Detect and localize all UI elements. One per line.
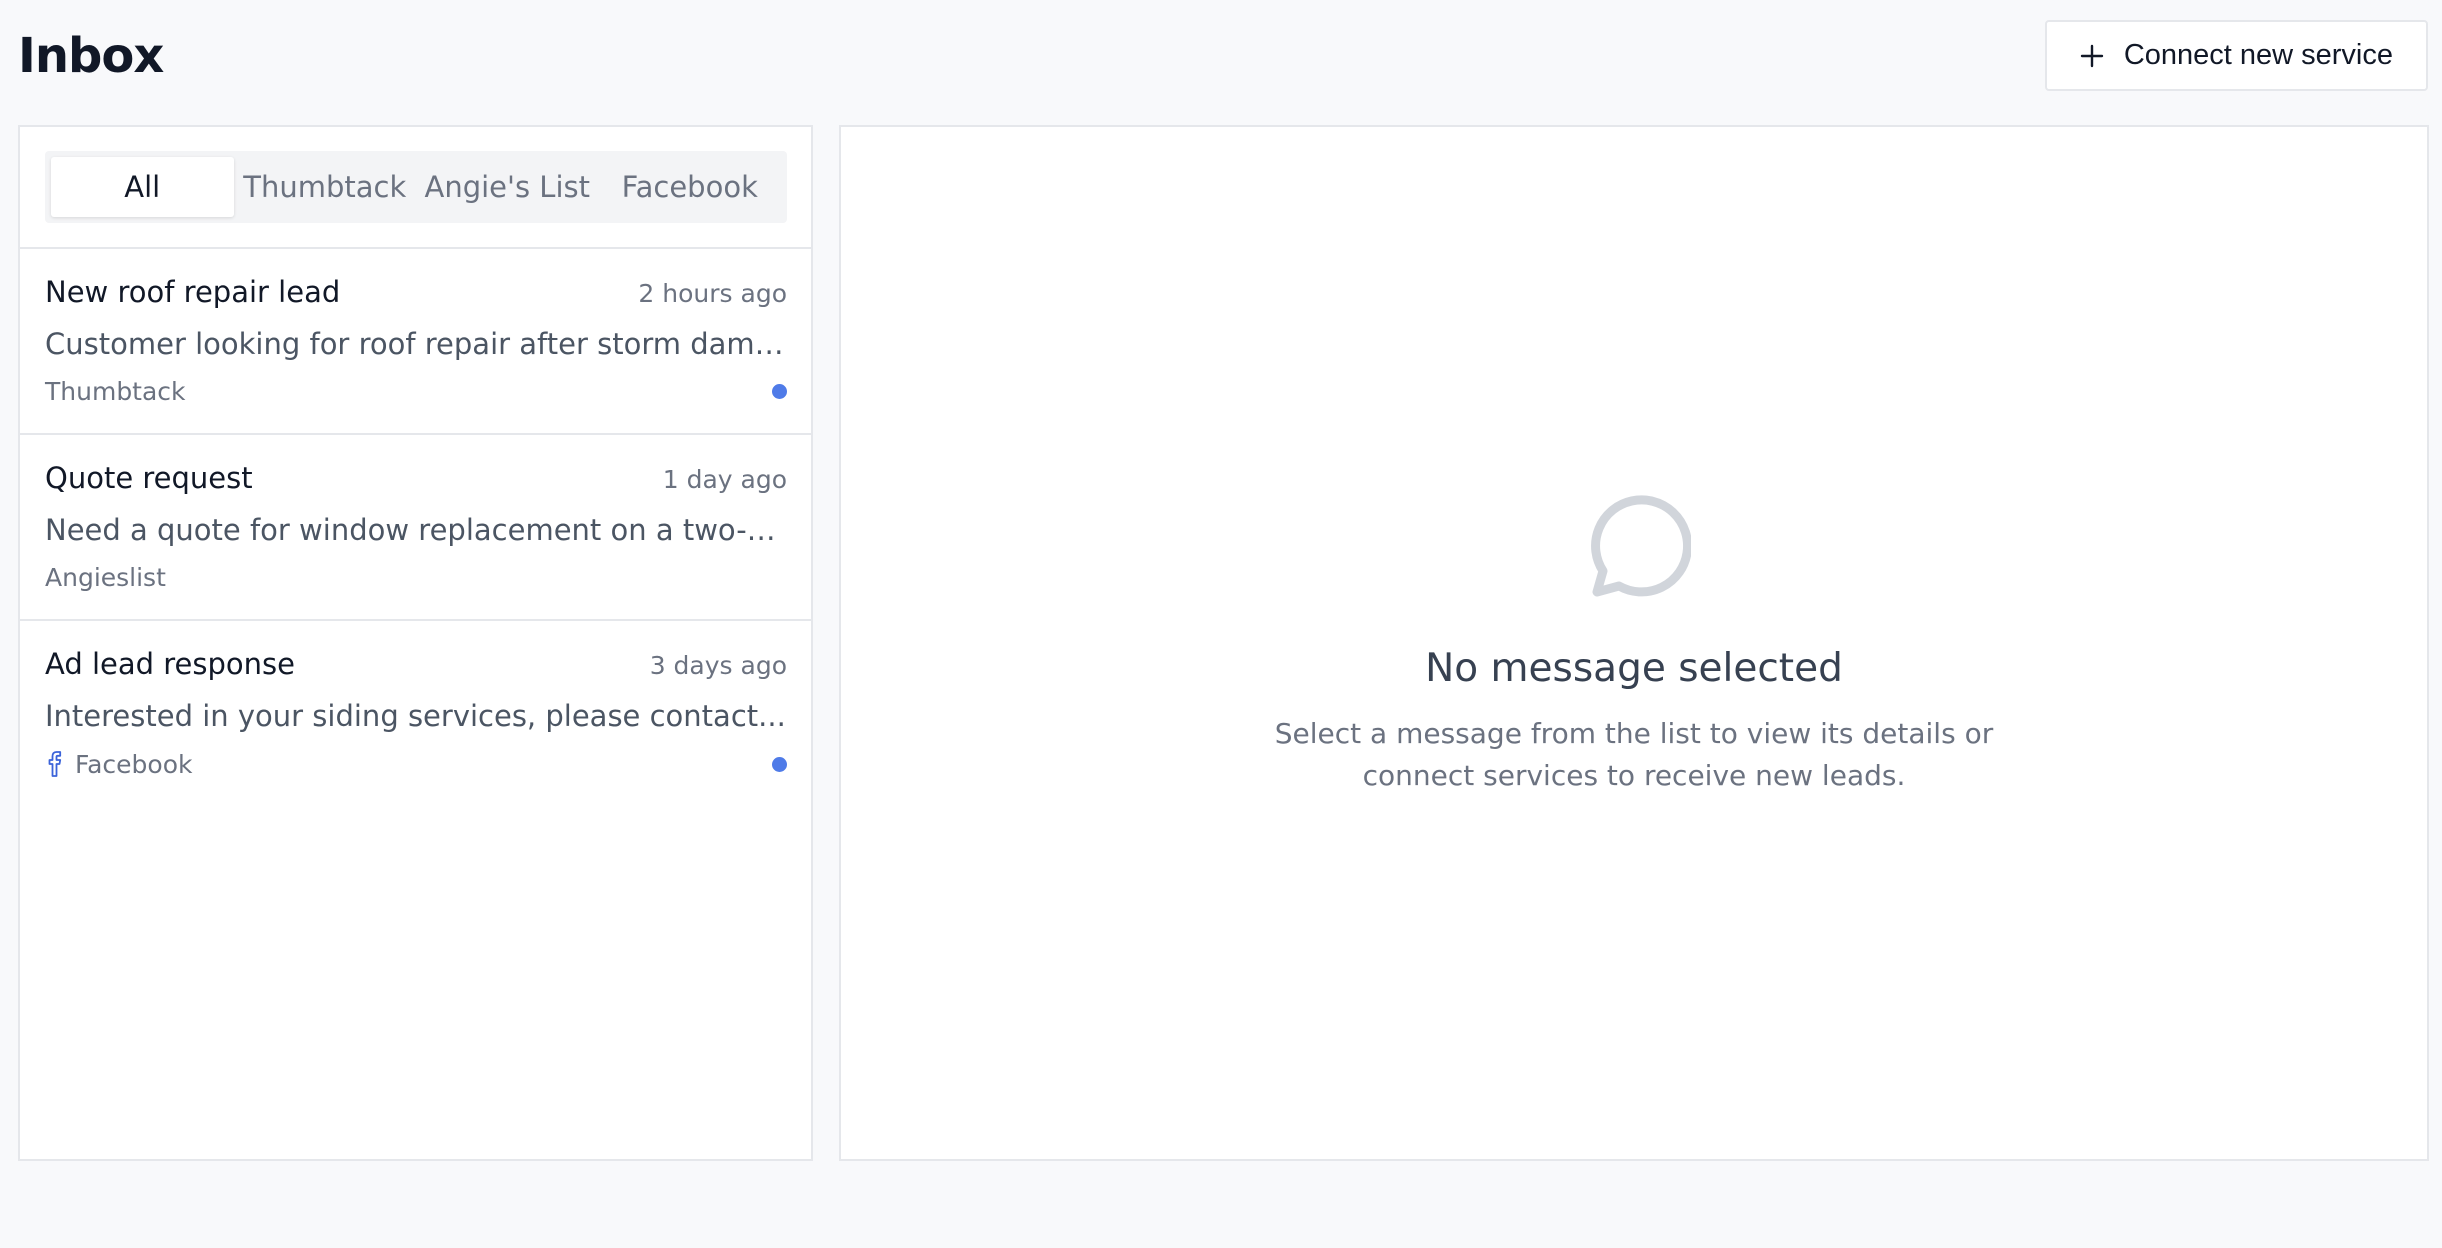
- message-source-label: Thumbtack: [45, 377, 186, 406]
- message-preview: Need a quote for window replacement on a…: [45, 513, 787, 547]
- unread-indicator: [772, 756, 787, 772]
- message-source: Angieslist: [45, 563, 166, 592]
- connect-new-service-button[interactable]: Connect new service: [2044, 20, 2428, 91]
- message-source: Facebook: [45, 749, 192, 779]
- message-detail-panel: No message selected Select a message fro…: [839, 125, 2429, 1161]
- message-time: 2 hours ago: [638, 279, 787, 308]
- tab-facebook[interactable]: Facebook: [599, 157, 782, 217]
- tab-all[interactable]: All: [51, 157, 234, 217]
- message-item[interactable]: Quote request 1 day ago Need a quote for…: [20, 435, 811, 621]
- inbox-app: Inbox Connect new service All Thumbtack …: [0, 0, 2442, 1248]
- page-title: Inbox: [18, 28, 164, 84]
- empty-state: No message selected Select a message fro…: [841, 492, 2427, 797]
- message-title: Quote request: [45, 461, 253, 495]
- message-preview: Customer looking for roof repair after s…: [45, 327, 787, 361]
- source-tabs: All Thumbtack Angie's List Facebook: [45, 151, 787, 223]
- unread-indicator: [772, 384, 787, 399]
- message-time: 3 days ago: [649, 651, 787, 680]
- message-item[interactable]: Ad lead response 3 days ago Interested i…: [20, 621, 811, 807]
- message-list-panel: All Thumbtack Angie's List Facebook New …: [18, 125, 813, 1161]
- message-title: New roof repair lead: [45, 275, 341, 309]
- message-source: Thumbtack: [45, 377, 186, 406]
- tab-thumbtack[interactable]: Thumbtack: [234, 157, 417, 217]
- message-source-label: Angieslist: [45, 563, 166, 592]
- message-item[interactable]: New roof repair lead 2 hours ago Custome…: [20, 249, 811, 435]
- source-filter-bar: All Thumbtack Angie's List Facebook: [20, 127, 811, 249]
- message-preview: Interested in your siding services, plea…: [45, 699, 786, 733]
- plus-icon: [2080, 44, 2104, 68]
- empty-state-description: Select a message from the list to view i…: [1274, 717, 1994, 792]
- message-time: 1 day ago: [662, 465, 787, 494]
- empty-state-title: No message selected: [1425, 646, 1843, 691]
- tab-angies-list[interactable]: Angie's List: [416, 157, 599, 217]
- facebook-icon: [45, 749, 67, 779]
- connect-new-service-label: Connect new service: [2123, 39, 2393, 71]
- chat-bubble-icon: [1577, 492, 1693, 606]
- message-source-label: Facebook: [75, 749, 193, 779]
- message-title: Ad lead response: [45, 647, 295, 681]
